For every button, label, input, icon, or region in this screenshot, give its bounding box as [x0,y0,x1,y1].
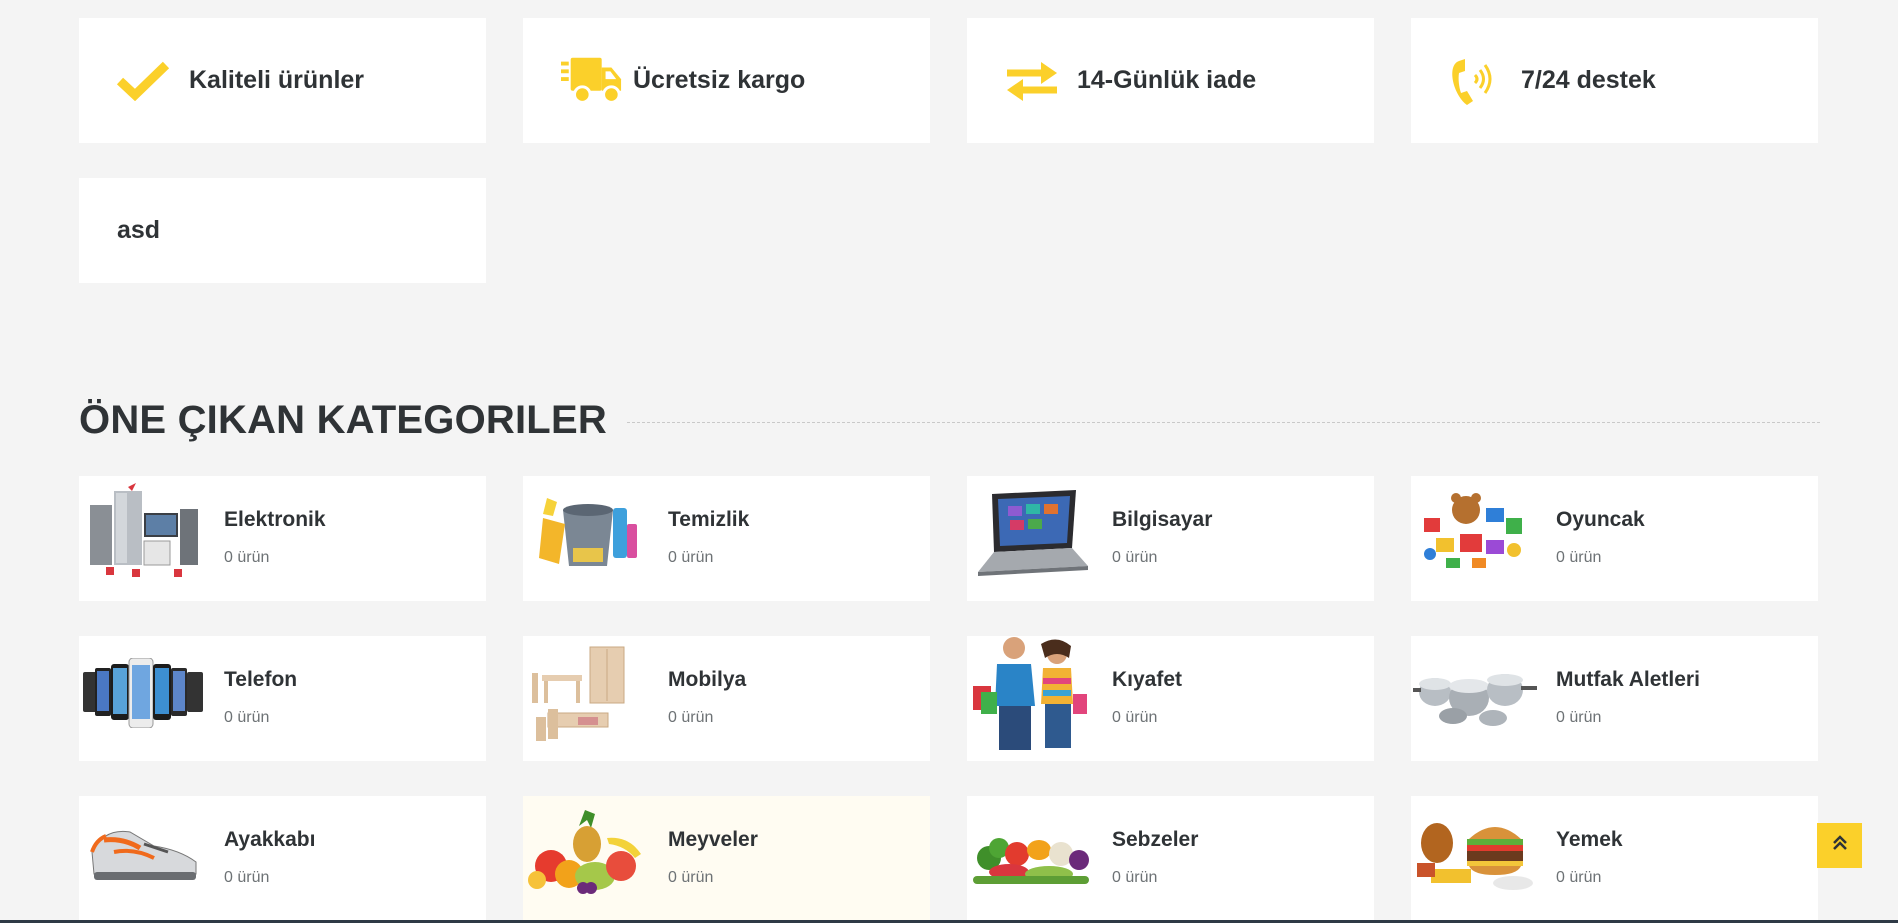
cookware-image [1413,638,1538,748]
category-card-ayakkabi[interactable]: Ayakkabı 0 ürün [79,796,486,921]
toys-image [1413,478,1538,588]
category-count: 0 ürün [1556,709,1602,726]
feature-extra: asd [79,178,486,283]
double-chevron-up-icon [1832,834,1848,857]
category-count: 0 ürün [668,549,714,566]
laptop-image [969,478,1094,588]
feature-label: 7/24 destek [1521,66,1656,94]
category-name: Oyuncak [1556,508,1645,531]
vegetables-image [969,798,1094,908]
fruits-image [525,798,650,908]
category-name: Bilgisayar [1112,508,1213,531]
cleaning-supplies-image [525,478,650,588]
category-count: 0 ürün [668,869,714,886]
phones-image [81,638,206,748]
section-header: ÖNE ÇIKAN KATEGORILER [79,398,1820,443]
feature-label: Ücretsiz kargo [633,66,806,94]
shopping-people-image [969,637,1094,750]
category-name: Meyveler [668,828,758,851]
category-name: Temizlik [668,508,750,531]
scroll-to-top-button[interactable] [1817,823,1862,868]
category-name: Ayakkabı [224,828,316,851]
check-icon [117,55,179,107]
feature-quality: Kaliteli ürünler [79,18,486,143]
category-name: Kıyafet [1112,668,1183,691]
category-card-sebzeler[interactable]: Sebzeler 0 ürün [967,796,1374,921]
food-image [1413,798,1538,908]
category-count: 0 ürün [224,709,270,726]
category-name: Telefon [224,668,298,691]
phone-icon [1449,55,1511,107]
category-count: 0 ürün [224,549,270,566]
furniture-image [525,638,650,748]
category-name: Mobilya [668,668,747,691]
sneaker-image [81,798,206,908]
feature-support: 7/24 destek [1411,18,1818,143]
feature-returns: 14-Günlük iade [967,18,1374,143]
feature-label: 14-Günlük iade [1077,66,1257,94]
exchange-arrows-icon [1005,55,1067,107]
category-count: 0 ürün [1556,549,1602,566]
section-divider [626,422,1820,423]
category-card-kiyafet[interactable]: Kıyafet 0 ürün [967,636,1374,761]
category-name: Sebzeler [1112,828,1199,851]
category-name: Elektronik [224,508,326,531]
category-card-elektronik[interactable]: Elektronik 0 ürün [79,476,486,601]
category-name: Yemek [1556,828,1623,851]
category-count: 0 ürün [1112,709,1158,726]
feature-label: asd [117,216,161,244]
category-count: 0 ürün [1556,869,1602,886]
category-card-bilgisayar[interactable]: Bilgisayar 0 ürün [967,476,1374,601]
truck-icon [561,55,623,107]
categories-grid: Elektronik 0 ürün Temizlik 0 ürün Bilgis… [79,476,1820,921]
category-card-mobilya[interactable]: Mobilya 0 ürün [523,636,930,761]
category-card-yemek[interactable]: Yemek 0 ürün [1411,796,1818,921]
feature-label: Kaliteli ürünler [189,66,365,94]
category-count: 0 ürün [1112,869,1158,886]
feature-free-shipping: Ücretsiz kargo [523,18,930,143]
electronics-image [81,478,206,588]
category-count: 0 ürün [668,709,714,726]
category-card-meyveler[interactable]: Meyveler 0 ürün [523,796,930,921]
section-title: ÖNE ÇIKAN KATEGORILER [79,398,607,442]
category-count: 0 ürün [224,869,270,886]
category-card-telefon[interactable]: Telefon 0 ürün [79,636,486,761]
category-name: Mutfak Aletleri [1556,668,1700,691]
category-card-temizlik[interactable]: Temizlik 0 ürün [523,476,930,601]
category-card-oyuncak[interactable]: Oyuncak 0 ürün [1411,476,1818,601]
category-card-mutfak-aletleri[interactable]: Mutfak Aletleri 0 ürün [1411,636,1818,761]
features-grid: Kaliteli ürünler Ücretsiz kargo 14-Günlü… [79,18,1820,283]
category-count: 0 ürün [1112,549,1158,566]
